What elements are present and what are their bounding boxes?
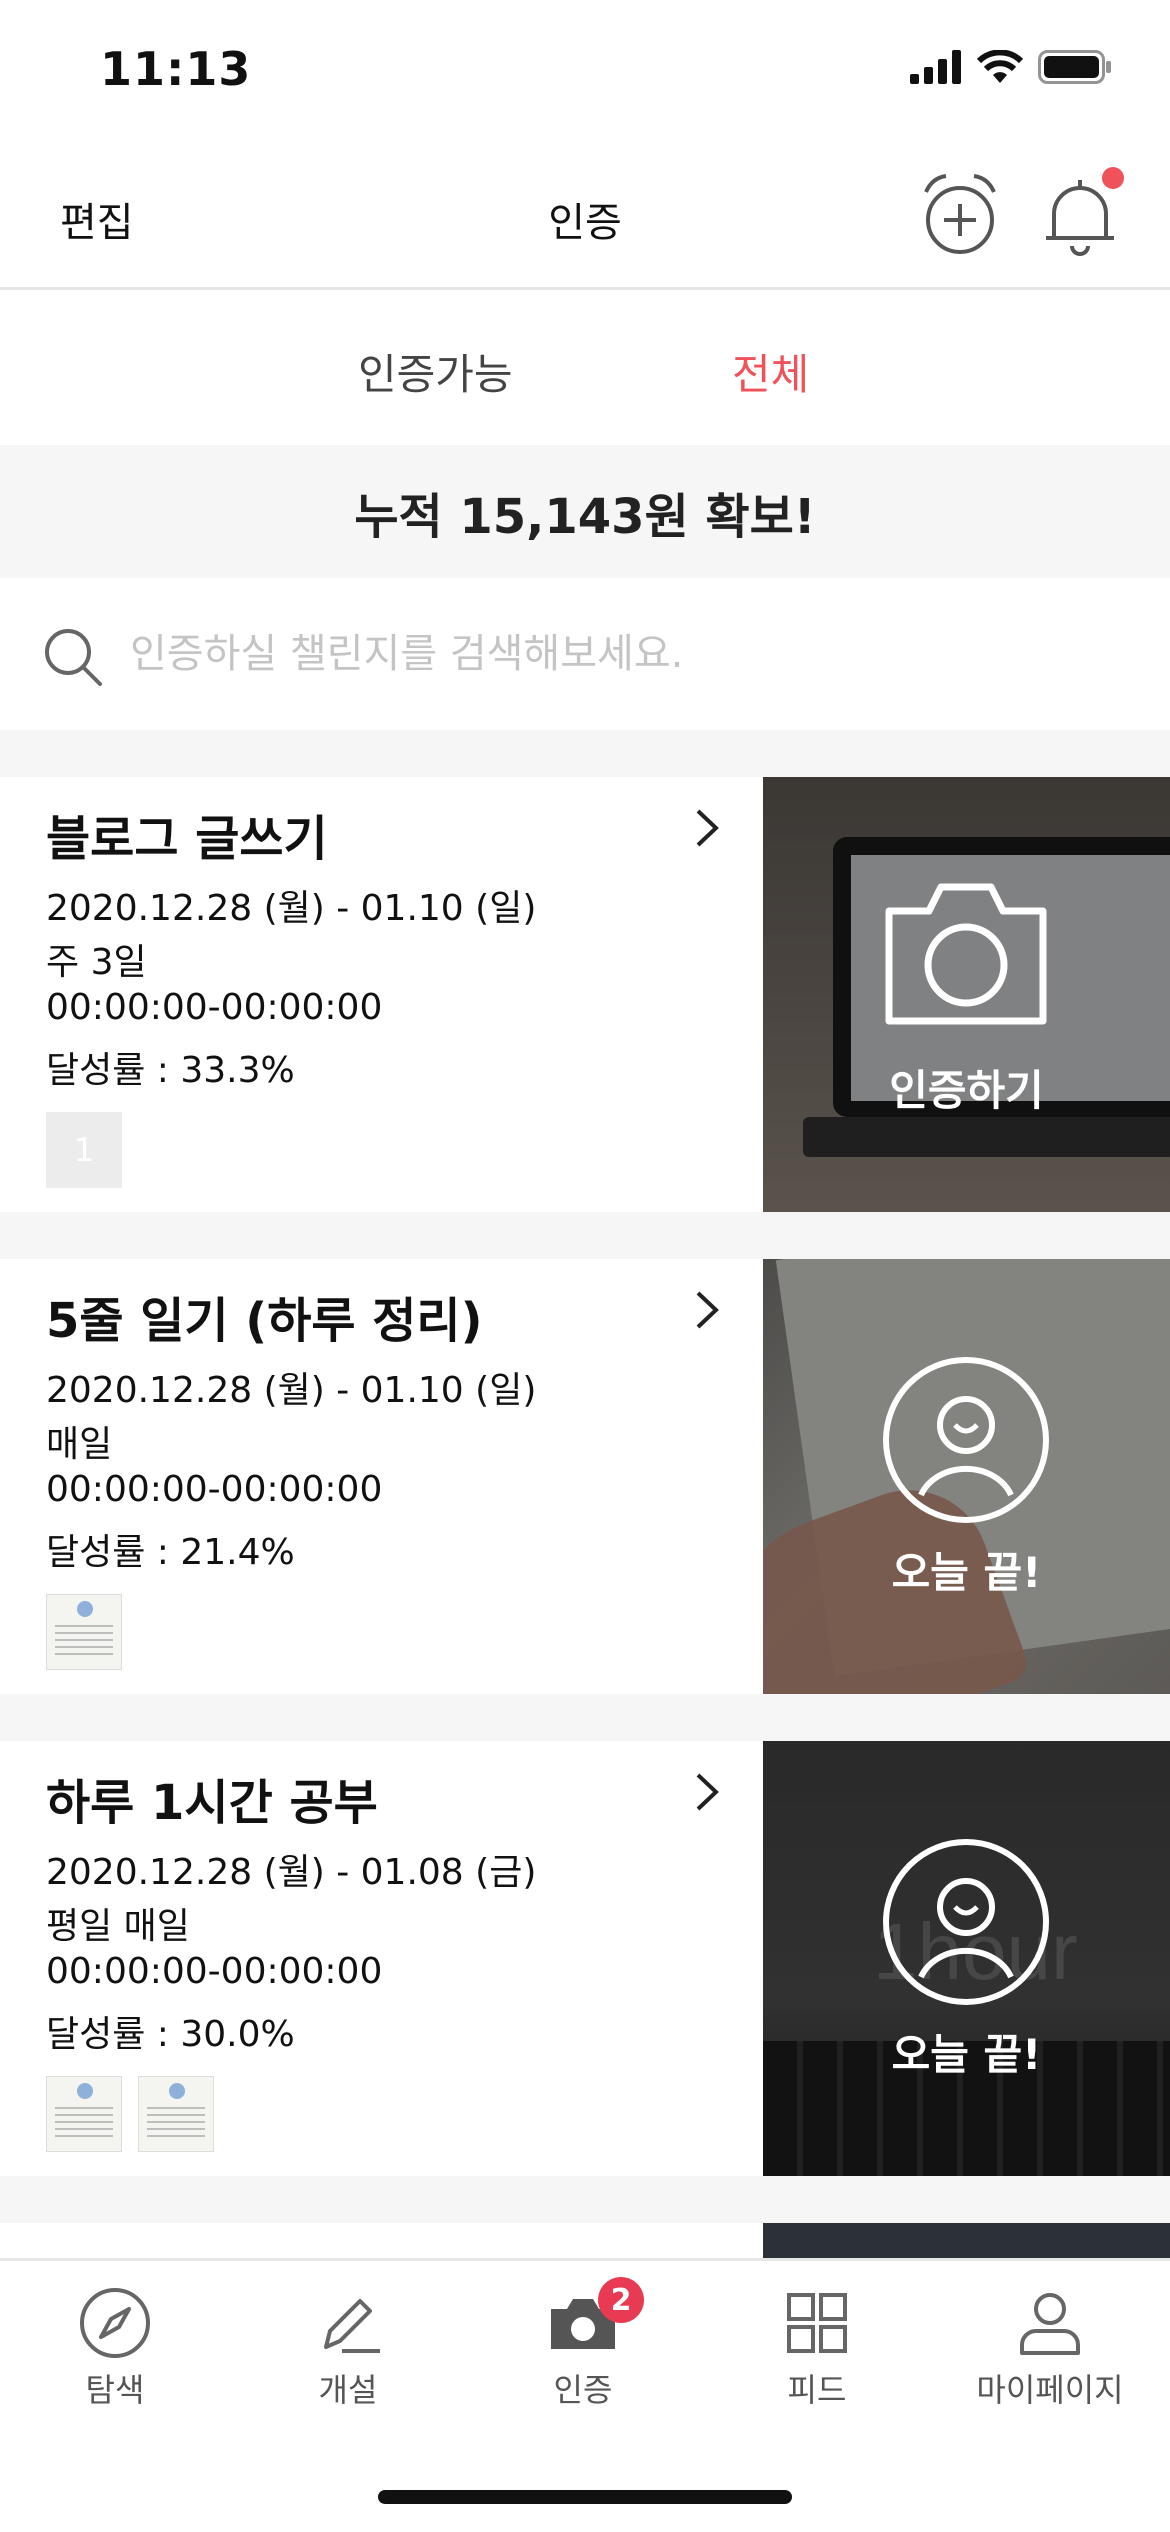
search-input[interactable] xyxy=(130,622,1110,686)
challenge-frequency: 매일 xyxy=(46,1424,113,1465)
notification-dot xyxy=(1102,167,1124,189)
challenge-rate: 달성률 : 33.3% xyxy=(46,1050,295,1091)
tab-certify[interactable]: 2 인증 xyxy=(483,2277,683,2411)
certify-button[interactable]: 인증하기 xyxy=(763,777,1170,1212)
divider xyxy=(0,730,1170,777)
challenge-time: 00:00:00-00:00:00 xyxy=(46,1469,383,1510)
tab-all[interactable]: 전체 xyxy=(732,341,809,402)
grid-icon xyxy=(787,2293,847,2353)
navigation-bar: 편집 인증 xyxy=(0,140,1170,290)
challenge-card[interactable] xyxy=(0,2223,1170,2258)
challenge-time: 00:00:00-00:00:00 xyxy=(46,1951,383,1992)
done-today-label: 오늘 끝! xyxy=(891,2030,1042,2079)
challenge-card[interactable]: 블로그 글쓰기 2020.12.28 (월) - 01.10 (일) 주 3일 … xyxy=(0,777,1170,1212)
challenge-period: 2020.12.28 (월) - 01.10 (일) xyxy=(46,1370,537,1411)
challenge-frequency: 주 3일 xyxy=(46,942,147,983)
done-today-tile[interactable]: 1hour 오늘 끝! xyxy=(763,1741,1170,2176)
challenge-card[interactable]: 5줄 일기 (하루 정리) 2020.12.28 (월) - 01.10 (일)… xyxy=(0,1259,1170,1694)
challenge-time: 00:00:00-00:00:00 xyxy=(46,987,383,1028)
chevron-right-icon[interactable] xyxy=(690,1769,726,1815)
signal-icon xyxy=(910,50,961,84)
tab-explore[interactable]: 탐색 xyxy=(15,2283,215,2411)
challenge-rate: 달성률 : 21.4% xyxy=(46,1532,295,1573)
status-time: 11:13 xyxy=(100,42,252,96)
smile-face-icon xyxy=(883,1357,1049,1523)
proof-thumbnails xyxy=(46,2076,214,2152)
status-bar: 11:13 xyxy=(0,0,1170,140)
wifi-icon xyxy=(976,50,1024,83)
battery-icon xyxy=(1038,50,1111,84)
person-icon xyxy=(1020,2293,1080,2355)
proof-thumbnail[interactable] xyxy=(46,1594,122,1670)
tab-available[interactable]: 인증가능 xyxy=(358,341,513,402)
divider xyxy=(0,2176,1170,2223)
smile-face-icon xyxy=(883,1839,1049,2005)
proof-thumbnails: 1 xyxy=(46,1112,122,1188)
filter-tabs: 인증가능 전체 xyxy=(0,293,1170,445)
tab-label: 탐색 xyxy=(85,2371,145,2409)
proof-thumbnails xyxy=(46,1594,122,1670)
notification-badge: 2 xyxy=(598,2277,644,2323)
chevron-right-icon[interactable] xyxy=(690,805,726,851)
status-icons xyxy=(910,50,1112,84)
challenge-title: 5줄 일기 (하루 정리) xyxy=(46,1293,483,1349)
proof-placeholder[interactable]: 1 xyxy=(46,1112,122,1188)
tab-create[interactable]: 개설 xyxy=(248,2283,448,2411)
home-indicator xyxy=(378,2490,792,2504)
challenge-rate: 달성률 : 30.0% xyxy=(46,2014,295,2055)
tab-feed[interactable]: 피드 xyxy=(717,2283,917,2411)
challenge-photo[interactable] xyxy=(763,2223,1170,2258)
chevron-right-icon[interactable] xyxy=(690,1287,726,1333)
divider xyxy=(0,1694,1170,1741)
search-bar xyxy=(0,578,1170,730)
tab-label: 인증 xyxy=(553,2371,613,2409)
tab-label: 마이페이지 xyxy=(976,2371,1124,2409)
tab-label: 피드 xyxy=(787,2371,847,2409)
accumulated-banner: 누적 15,143원 확보! xyxy=(0,445,1170,578)
challenge-frequency: 평일 매일 xyxy=(46,1906,190,1947)
compass-icon xyxy=(80,2288,150,2358)
proof-thumbnail[interactable] xyxy=(46,2076,122,2152)
divider xyxy=(0,1212,1170,1259)
challenge-period: 2020.12.28 (월) - 01.08 (금) xyxy=(46,1852,537,1893)
tab-label: 개설 xyxy=(318,2371,378,2409)
done-today-label: 오늘 끝! xyxy=(891,1548,1042,1597)
challenge-period: 2020.12.28 (월) - 01.10 (일) xyxy=(46,888,537,929)
challenge-title: 하루 1시간 공부 xyxy=(46,1775,378,1831)
pencil-icon xyxy=(324,2299,380,2353)
done-today-tile[interactable]: 오늘 끝! xyxy=(763,1259,1170,1694)
certify-label: 인증하기 xyxy=(889,1066,1044,1115)
challenge-title: 블로그 글쓰기 xyxy=(46,811,328,867)
search-icon xyxy=(45,629,102,686)
camera-icon xyxy=(885,883,1047,1025)
alarm-add-icon[interactable] xyxy=(920,170,1000,260)
proof-thumbnail[interactable] xyxy=(138,2076,214,2152)
tab-mypage[interactable]: 마이페이지 xyxy=(950,2283,1150,2411)
challenge-card[interactable]: 하루 1시간 공부 2020.12.28 (월) - 01.08 (금) 평일 … xyxy=(0,1741,1170,2176)
